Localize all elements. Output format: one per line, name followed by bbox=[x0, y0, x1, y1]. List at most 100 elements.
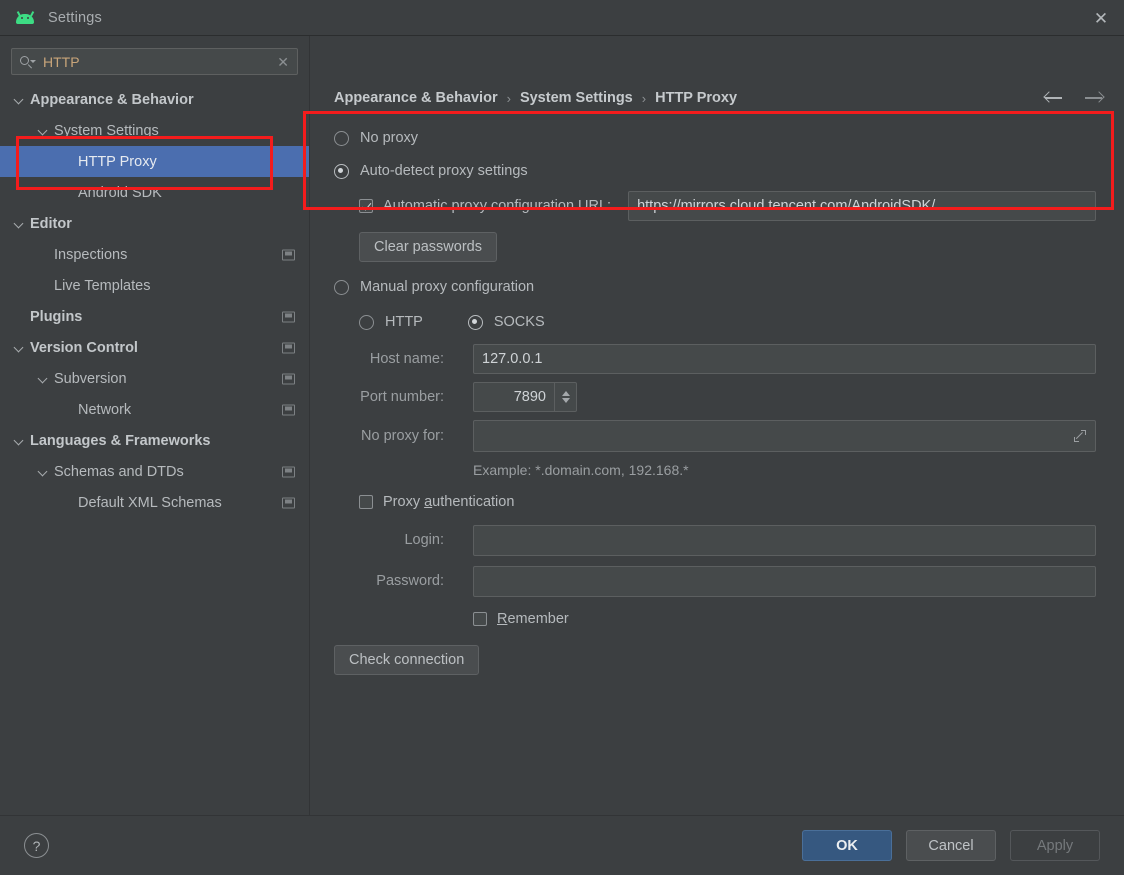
chevron-down-icon[interactable] bbox=[38, 466, 49, 477]
cancel-button[interactable]: Cancel bbox=[906, 830, 996, 861]
radio-auto-detect[interactable]: Auto-detect proxy settings bbox=[334, 154, 1110, 188]
sidebar-item-inspections[interactable]: Inspections bbox=[0, 239, 309, 270]
chevron-down-icon[interactable] bbox=[38, 373, 49, 384]
configurable-window-icon bbox=[282, 342, 295, 353]
configurable-window-icon bbox=[282, 373, 295, 384]
search-input[interactable]: HTTP ✕ bbox=[11, 48, 298, 75]
sidebar-item-editor[interactable]: Editor bbox=[0, 208, 309, 239]
checkbox-automatic-pac-label: Automatic proxy configuration URL: bbox=[383, 198, 612, 214]
breadcrumb-item-system-settings[interactable]: System Settings bbox=[520, 90, 633, 106]
port-number-stepper[interactable] bbox=[554, 383, 576, 411]
radio-http[interactable]: HTTP bbox=[359, 314, 423, 330]
settings-dialog: Settings ✕ HTTP ✕ Appearance & Behavior S… bbox=[0, 0, 1124, 875]
sidebar-item-label: Version Control bbox=[30, 339, 138, 356]
pac-url-input[interactable]: https://mirrors.cloud.tencent.com/Androi… bbox=[628, 191, 1096, 221]
radio-socks-label: SOCKS bbox=[493, 314, 545, 330]
password-label: Password: bbox=[376, 573, 444, 589]
sidebar-item-schemas-and-dtds[interactable]: Schemas and DTDs bbox=[0, 456, 309, 487]
sidebar-item-http-proxy[interactable]: HTTP Proxy bbox=[0, 146, 309, 177]
sidebar-item-label: Inspections bbox=[54, 246, 128, 263]
close-icon[interactable]: ✕ bbox=[1078, 0, 1124, 36]
breadcrumb-separator: › bbox=[506, 90, 511, 106]
clear-icon[interactable]: ✕ bbox=[275, 55, 291, 69]
host-name-value: 127.0.0.1 bbox=[482, 351, 543, 367]
radio-manual-proxy[interactable]: Manual proxy configuration bbox=[334, 270, 1110, 304]
sidebar-item-default-xml-schemas[interactable]: Default XML Schemas bbox=[0, 487, 309, 518]
checkbox-remember-label: Remember bbox=[497, 611, 569, 627]
radio-auto-detect-label: Auto-detect proxy settings bbox=[360, 163, 528, 179]
password-row: Password: bbox=[334, 560, 1110, 602]
host-name-row: Host name: 127.0.0.1 bbox=[334, 340, 1110, 378]
radio-socks-indicator bbox=[467, 314, 483, 330]
protocol-row: HTTP SOCKS bbox=[359, 304, 1110, 340]
breadcrumb-item-appearance[interactable]: Appearance & Behavior bbox=[334, 90, 498, 106]
window-title: Settings bbox=[48, 9, 102, 26]
title-bar: Settings ✕ bbox=[0, 0, 1124, 36]
radio-http-label: HTTP bbox=[385, 314, 423, 330]
host-name-input[interactable]: 127.0.0.1 bbox=[473, 344, 1096, 374]
android-robot-icon bbox=[14, 10, 36, 26]
stepper-up-icon[interactable] bbox=[561, 391, 570, 396]
chevron-down-icon[interactable] bbox=[14, 342, 25, 353]
radio-socks[interactable]: SOCKS bbox=[467, 314, 545, 330]
sidebar-item-live-templates[interactable]: Live Templates bbox=[0, 270, 309, 301]
no-proxy-for-input[interactable] bbox=[473, 420, 1096, 452]
proxy-auth-label-mnemonic: a bbox=[424, 494, 433, 510]
sidebar-item-android-sdk[interactable]: Android SDK bbox=[0, 177, 309, 208]
chevron-down-icon[interactable] bbox=[14, 218, 25, 229]
sidebar-item-label: Default XML Schemas bbox=[78, 494, 222, 511]
breadcrumb-item-http-proxy: HTTP Proxy bbox=[655, 90, 738, 106]
chevron-down-icon[interactable] bbox=[38, 125, 49, 136]
proxy-auth-row: Proxy authentication bbox=[359, 484, 1110, 520]
help-icon[interactable]: ? bbox=[24, 833, 49, 858]
configurable-window-icon bbox=[282, 249, 295, 260]
sidebar-item-appearance-behavior[interactable]: Appearance & Behavior bbox=[0, 84, 309, 115]
checkbox-automatic-pac[interactable] bbox=[359, 199, 373, 213]
login-input[interactable] bbox=[473, 524, 1096, 556]
host-name-label: Host name: bbox=[369, 351, 444, 367]
checkbox-remember[interactable] bbox=[473, 612, 487, 626]
radio-manual-proxy-label: Manual proxy configuration bbox=[360, 279, 535, 295]
stepper-down-icon[interactable] bbox=[561, 398, 570, 403]
example-hint-row: Example: *.domain.com, 192.168.* bbox=[334, 456, 1110, 484]
ok-button[interactable]: OK bbox=[802, 830, 892, 861]
search-icon bbox=[19, 54, 36, 70]
checkbox-proxy-authentication[interactable] bbox=[359, 495, 373, 509]
port-number-value: 7890 bbox=[513, 389, 546, 405]
expand-icon[interactable] bbox=[1073, 429, 1087, 443]
sidebar-item-subversion[interactable]: Subversion bbox=[0, 363, 309, 394]
port-number-input[interactable]: 7890 bbox=[473, 382, 577, 412]
sidebar-item-languages-frameworks[interactable]: Languages & Frameworks bbox=[0, 425, 309, 456]
sidebar-item-version-control[interactable]: Version Control bbox=[0, 332, 309, 363]
check-connection-row: Check connection bbox=[334, 636, 1110, 675]
radio-http-indicator bbox=[359, 314, 374, 330]
sidebar-item-label: Android SDK bbox=[78, 184, 162, 201]
clear-passwords-button[interactable]: Clear passwords bbox=[359, 232, 497, 262]
remember-label-post: emember bbox=[507, 611, 569, 627]
settings-tree: Appearance & Behavior System Settings HTTP… bbox=[0, 75, 309, 518]
chevron-down-icon[interactable] bbox=[14, 94, 25, 105]
check-connection-button[interactable]: Check connection bbox=[334, 645, 480, 675]
configurable-window-icon bbox=[282, 466, 295, 477]
sidebar-item-label: Live Templates bbox=[54, 277, 151, 294]
arrow-left-icon[interactable] bbox=[1042, 88, 1066, 108]
password-input[interactable] bbox=[473, 565, 1096, 597]
navigation-arrows bbox=[1042, 88, 1106, 108]
apply-button[interactable]: Apply bbox=[1010, 830, 1100, 861]
arrow-right-icon[interactable] bbox=[1082, 88, 1106, 108]
configurable-window-icon bbox=[282, 497, 295, 508]
sidebar-item-system-settings[interactable]: System Settings bbox=[0, 115, 309, 146]
breadcrumb-separator: › bbox=[641, 90, 647, 106]
radio-no-proxy-label: No proxy bbox=[360, 130, 419, 146]
port-number-row: Port number: 7890 bbox=[334, 378, 1110, 416]
sidebar-item-network[interactable]: Network bbox=[0, 394, 309, 425]
sidebar-item-plugins[interactable]: Plugins bbox=[0, 301, 309, 332]
port-number-label: Port number: bbox=[360, 389, 444, 405]
radio-no-proxy[interactable]: No proxy bbox=[334, 122, 1110, 154]
chevron-down-icon[interactable] bbox=[14, 435, 25, 446]
search-container: HTTP ✕ bbox=[0, 36, 309, 75]
